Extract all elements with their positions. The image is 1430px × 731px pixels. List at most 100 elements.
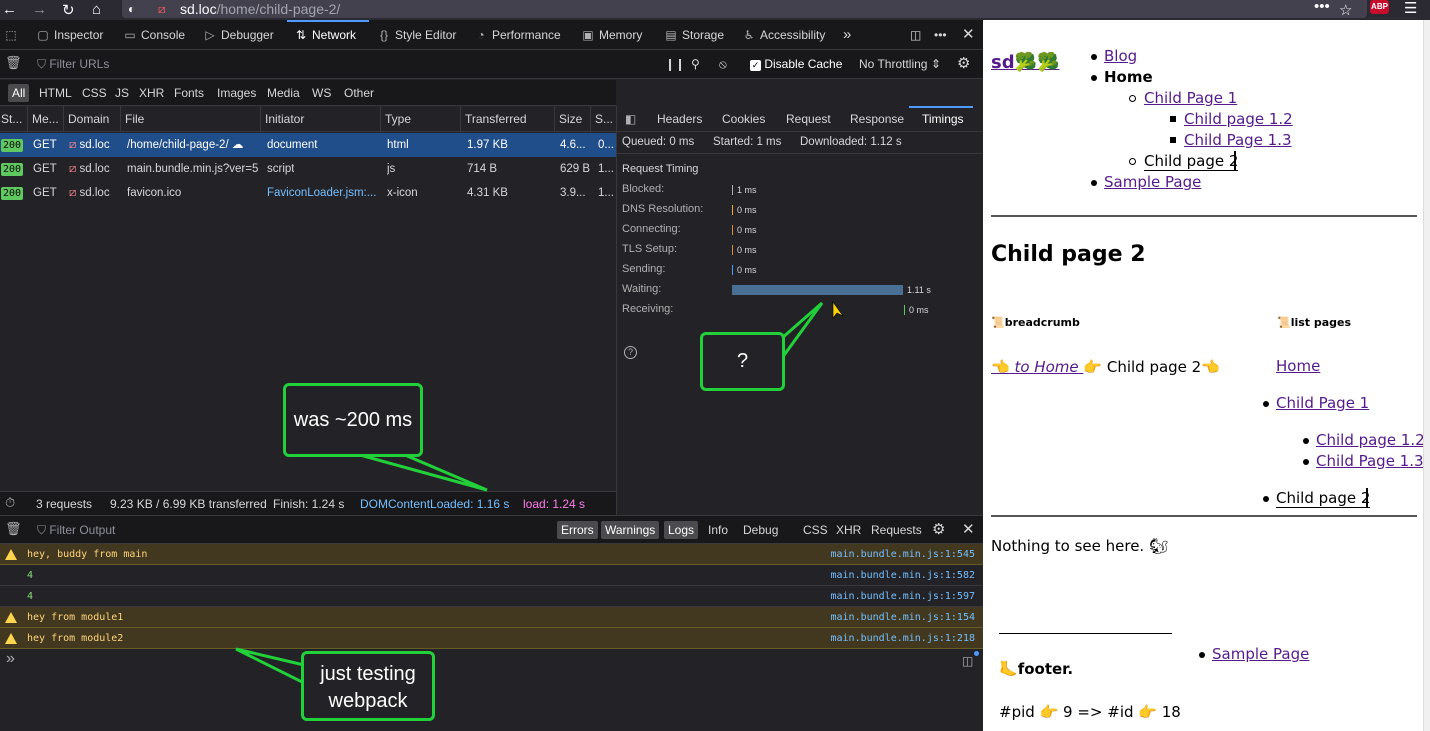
settings-gear-icon[interactable]: ⚙ [957,54,970,72]
shield-icon[interactable]: ◐ [128,2,135,16]
dock-icon[interactable]: ◫ [910,20,921,50]
col-file[interactable]: File [121,106,261,132]
table-row[interactable]: 200 GET ⧄ sd.loc main.bundle.min.js?ver=… [0,157,616,181]
console-prompt-icon[interactable]: » [6,650,15,668]
source-link[interactable]: main.bundle.min.js:1:582 [831,565,976,586]
type-filter-bar: All HTML CSS JS XHR Fonts Images Media W… [0,80,616,106]
tab-headers[interactable]: Headers [657,106,702,132]
forward-icon[interactable]: → [32,1,47,18]
filter-fonts[interactable]: Fonts [170,84,208,102]
filter-debug[interactable]: Debug [739,521,782,539]
source-link[interactable]: main.bundle.min.js:1:218 [831,628,976,649]
nav-child-page-2[interactable]: Child page 2 [1144,152,1239,171]
list-child-page-1-2[interactable]: Child page 1.2 [1316,431,1425,449]
close-devtools-icon[interactable]: ✕ [962,20,975,50]
home-icon[interactable]: ⌂ [92,1,101,18]
tab-style-editor[interactable]: {} Style Editor [377,20,456,50]
nav-blog[interactable]: Blog [1104,47,1137,65]
filter-all[interactable]: All [8,84,30,102]
reload-icon[interactable]: ↻ [62,1,75,19]
list-home[interactable]: Home [1276,357,1320,375]
filter-logs[interactable]: Logs [664,521,699,539]
clear-console-icon[interactable]: 🗑 [5,521,22,537]
back-icon[interactable]: ← [2,1,17,18]
filter-warnings[interactable]: Warnings [601,521,660,539]
initiator-link[interactable]: FaviconLoader.jsm:... [267,181,379,205]
col-size[interactable]: Size [555,106,591,132]
element-picker-icon[interactable]: ⬚ [4,20,22,50]
tab-cookies[interactable]: Cookies [722,106,765,132]
tab-memory[interactable]: ▣ Memory [581,20,642,50]
block-icon[interactable]: ⦸ [719,57,727,72]
breadcrumb-home-link[interactable]: 👈 to Home [991,358,1083,376]
tab-performance[interactable]: ◔ Performance [474,20,560,50]
filter-css[interactable]: CSS [799,521,832,539]
table-row[interactable]: 200 GET ⧄ sd.loc /home/child-page-2/ ☁ d… [0,133,616,157]
footer-sample-page-link[interactable]: Sample Page [1212,645,1309,663]
menu-icon[interactable]: ☰ [1404,0,1417,17]
clear-icon[interactable]: 🗑 [5,55,22,71]
filter-info[interactable]: Info [704,521,732,539]
throttling-select[interactable]: No Throttling ⇕ [859,57,941,71]
filter-other[interactable]: Other [340,84,378,102]
list-child-page-1-3[interactable]: Child Page 1.3 [1316,452,1424,470]
tab-response[interactable]: Response [850,106,904,132]
console-settings-icon[interactable]: ⚙ [932,520,945,538]
help-icon[interactable]: ? [624,346,637,359]
list-child-page-2[interactable]: Child page 2 [1276,489,1371,508]
filter-images[interactable]: Images [213,84,260,102]
source-link[interactable]: main.bundle.min.js:1:154 [831,607,976,628]
options-icon[interactable]: ••• [934,20,947,50]
tab-timings[interactable]: Timings [922,106,964,132]
tab-inspector[interactable]: ▢ Inspector [36,20,103,50]
list-child-page-1[interactable]: Child Page 1 [1276,394,1369,412]
page-scrollbar[interactable] [1423,20,1430,731]
col-domain[interactable]: Domain [64,106,121,132]
filter-output-input[interactable]: ⛉ Filter Output [37,523,115,538]
filter-ws[interactable]: WS [308,84,335,102]
filter-xhr[interactable]: XHR [135,84,168,102]
disable-cache-checkbox[interactable]: ✓ Disable Cache [750,57,842,71]
tab-accessibility[interactable]: ♿ Accessibility [742,20,826,50]
filter-media[interactable]: Media [263,84,304,102]
filter-js[interactable]: JS [111,84,133,102]
nav-child-page-1-2[interactable]: Child page 1.2 [1184,110,1293,128]
search-icon[interactable]: ⚲ [691,57,700,71]
col-s[interactable]: S... [591,106,616,132]
filter-css[interactable]: CSS [78,84,111,102]
more-tabs-icon[interactable]: » [843,20,851,50]
tab-storage[interactable]: ▤ Storage [664,20,724,50]
site-logo-link[interactable]: sd🥦🥦 [991,52,1059,73]
bookmark-star-icon[interactable]: ☆ [1339,1,1352,19]
console-input[interactable] [26,652,946,672]
url-text[interactable]: sd.loc/home/child-page-2/ [180,1,340,17]
col-type[interactable]: Type [381,106,461,132]
col-status[interactable]: St... [0,106,28,132]
stopwatch-icon[interactable]: ⏱ [5,495,15,511]
tab-console[interactable]: ▭ Console [123,20,185,50]
filter-errors[interactable]: Errors [557,521,598,539]
filter-xhr[interactable]: XHR [832,521,865,539]
tab-request[interactable]: Request [786,106,831,132]
filter-html[interactable]: HTML [35,84,76,102]
adblock-icon[interactable]: ABP [1370,0,1389,14]
nav-child-page-1-3[interactable]: Child Page 1.3 [1184,131,1292,149]
editor-mode-icon[interactable]: ◫ [962,654,973,668]
close-console-icon[interactable]: ✕ [962,520,975,538]
nav-home[interactable]: Home [1104,68,1153,86]
col-initiator[interactable]: Initiator [261,106,381,132]
filter-urls-input[interactable]: ⛉ Filter URLs [37,57,109,72]
source-link[interactable]: main.bundle.min.js:1:597 [831,586,976,607]
tab-debugger[interactable]: ▷ Debugger [203,20,273,50]
pause-icon[interactable]: ❙❙ [665,57,685,71]
toggle-sidebar-icon[interactable]: ◧ [625,106,636,132]
source-link[interactable]: main.bundle.min.js:1:545 [831,544,976,565]
tab-network[interactable]: ⇅ Network [294,20,356,50]
col-method[interactable]: Me... [28,106,64,132]
table-row[interactable]: 200 GET ⧄ sd.loc favicon.ico FaviconLoad… [0,181,616,205]
nav-sample-page[interactable]: Sample Page [1104,173,1201,191]
page-actions-icon[interactable]: ••• [1314,0,1330,15]
filter-requests[interactable]: Requests [867,521,926,539]
nav-child-page-1[interactable]: Child Page 1 [1144,89,1237,107]
col-transferred[interactable]: Transferred [461,106,555,132]
